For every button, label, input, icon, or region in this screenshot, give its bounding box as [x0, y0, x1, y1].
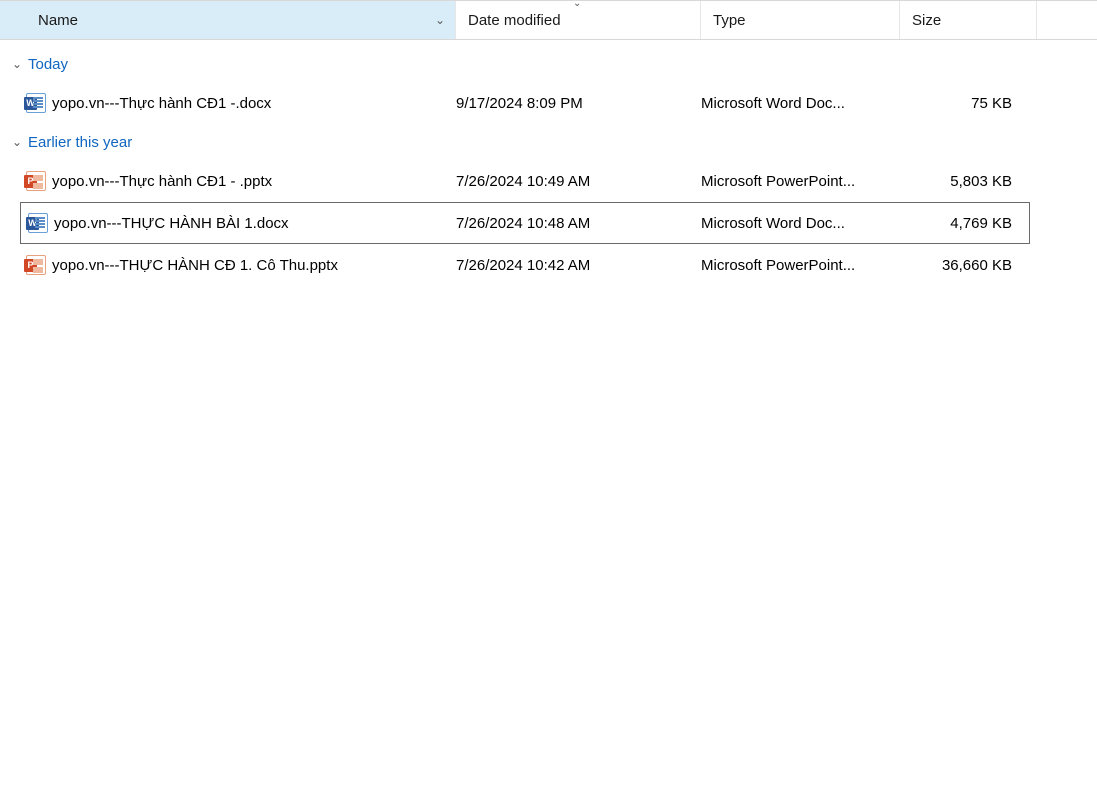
file-date: 7/26/2024 10:49 AM — [456, 173, 701, 190]
file-date: 7/26/2024 10:48 AM — [456, 215, 701, 232]
column-header-spacer — [1037, 1, 1097, 39]
column-header-size-label: Size — [912, 12, 941, 29]
file-date: 9/17/2024 8:09 PM — [456, 95, 701, 112]
group-label: Today — [28, 56, 68, 73]
group-header[interactable]: ⌄Today — [0, 46, 1097, 82]
column-header-date-label: Date modified — [468, 12, 561, 29]
column-header-type[interactable]: Type — [701, 1, 900, 39]
file-size: 4,769 KB — [900, 215, 1018, 232]
file-list: ⌄Todayyopo.vn---Thực hành CĐ1 -.docx9/17… — [0, 40, 1097, 286]
chevron-down-icon: ⌄ — [8, 57, 26, 71]
file-size: 75 KB — [900, 95, 1018, 112]
file-name: yopo.vn---THỰC HÀNH BÀI 1.docx — [54, 215, 456, 232]
group-header[interactable]: ⌄Earlier this year — [0, 124, 1097, 160]
powerpoint-file-icon — [26, 255, 46, 275]
file-size: 5,803 KB — [900, 173, 1018, 190]
file-name: yopo.vn---Thực hành CĐ1 - .pptx — [52, 173, 456, 190]
chevron-down-icon[interactable]: ⌄ — [435, 13, 445, 27]
file-type: Microsoft PowerPoint... — [701, 257, 900, 274]
file-name: yopo.vn---THỰC HÀNH CĐ 1. Cô Thu.pptx — [52, 257, 456, 274]
column-header-size[interactable]: Size — [900, 1, 1037, 39]
file-date: 7/26/2024 10:42 AM — [456, 257, 701, 274]
powerpoint-file-icon — [26, 171, 46, 191]
word-file-icon — [28, 213, 48, 233]
file-type: Microsoft PowerPoint... — [701, 173, 900, 190]
column-headers: ⌄ Name ⌄ Date modified Type Size — [0, 0, 1097, 40]
file-row[interactable]: yopo.vn---THỰC HÀNH CĐ 1. Cô Thu.pptx7/2… — [0, 244, 1097, 286]
column-header-type-label: Type — [713, 12, 746, 29]
word-file-icon — [26, 93, 46, 113]
file-type: Microsoft Word Doc... — [701, 215, 900, 232]
file-type: Microsoft Word Doc... — [701, 95, 900, 112]
column-header-date[interactable]: Date modified — [456, 1, 701, 39]
chevron-down-icon: ⌄ — [8, 135, 26, 149]
group-label: Earlier this year — [28, 134, 132, 151]
file-row[interactable]: yopo.vn---Thực hành CĐ1 -.docx9/17/2024 … — [0, 82, 1097, 124]
column-header-name[interactable]: Name ⌄ — [0, 1, 456, 39]
file-name: yopo.vn---Thực hành CĐ1 -.docx — [52, 95, 456, 112]
file-row[interactable]: yopo.vn---Thực hành CĐ1 - .pptx7/26/2024… — [0, 160, 1097, 202]
file-row[interactable]: yopo.vn---THỰC HÀNH BÀI 1.docx7/26/2024 … — [20, 202, 1030, 244]
file-size: 36,660 KB — [900, 257, 1018, 274]
column-header-name-label: Name — [38, 12, 78, 29]
